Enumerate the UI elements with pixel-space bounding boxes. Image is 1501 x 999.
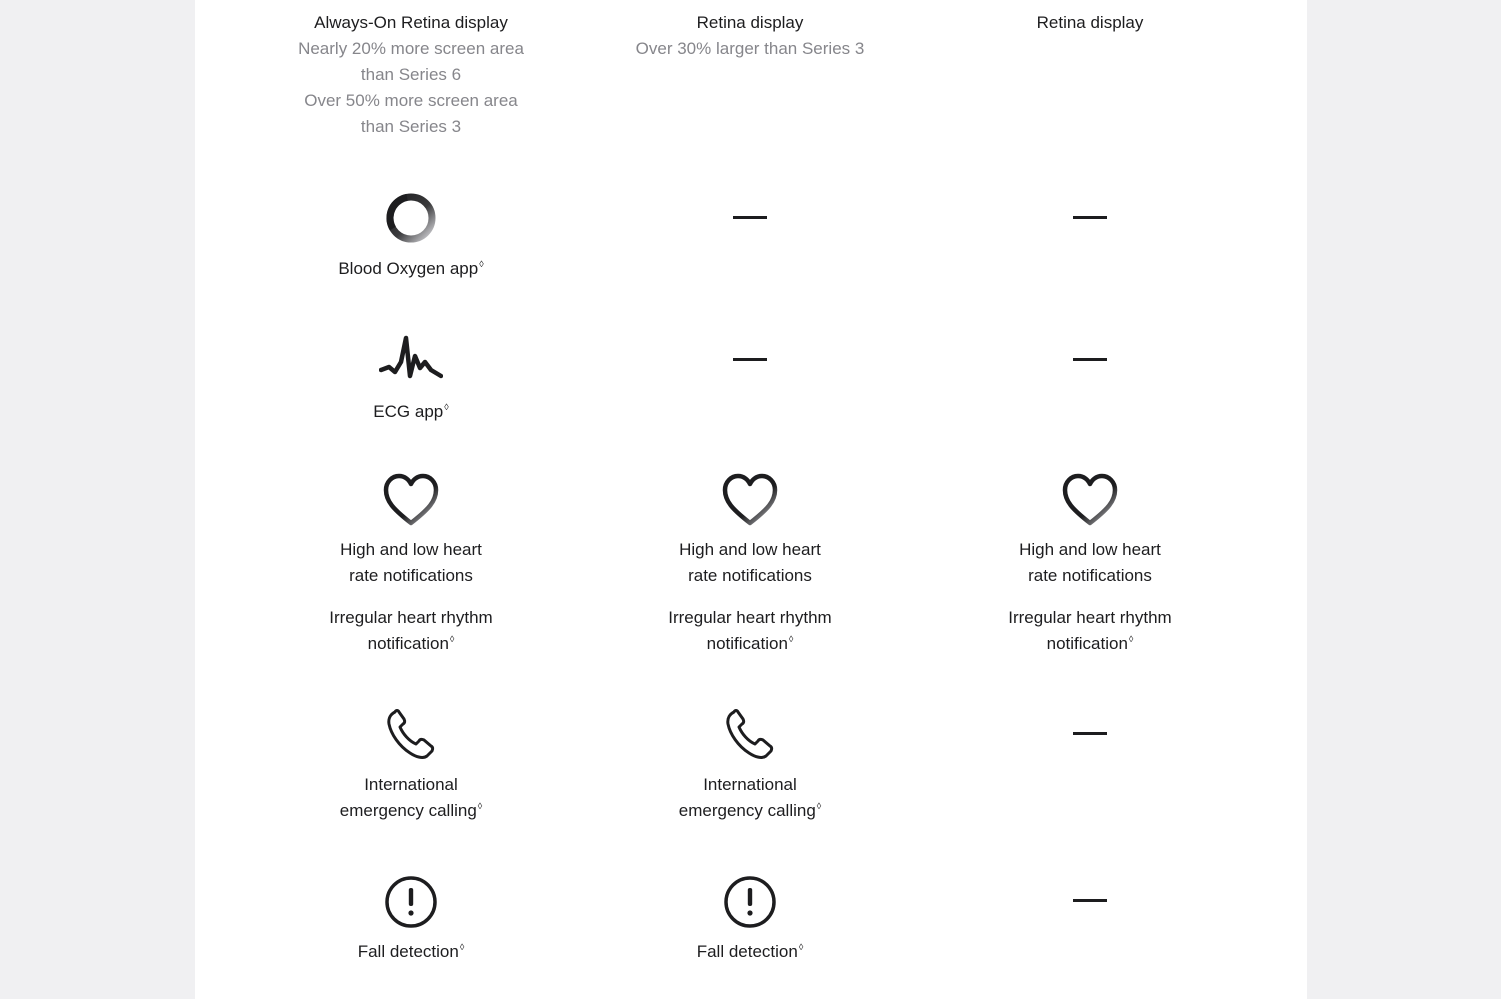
display-note: Nearly 20% more screen area than Series … [298, 39, 524, 84]
display-note: Over 30% larger than Series 3 [635, 39, 865, 58]
not-available-dash [1073, 358, 1107, 361]
comparison-panel: Always-On Retina display Nearly 20% more… [195, 0, 1307, 999]
blood-oxygen-ring-icon [386, 193, 436, 243]
irregular-rhythm-label: Irregular heart rhythm notification◊ [329, 608, 493, 653]
irregular-rhythm-label: Irregular heart rhythm notification◊ [1008, 608, 1172, 653]
heart-rate-label: High and low heart rate notifications [340, 540, 482, 585]
heart-cell: High and low heart rate notifications Ir… [600, 473, 900, 657]
display-cell: Retina display Over 30% larger than Seri… [600, 10, 900, 62]
fall-cell: Fall detection◊ [261, 874, 561, 965]
display-note: Over 50% more screen area than Series 3 [304, 91, 518, 136]
heart-rate-label: High and low heart rate notifications [1019, 540, 1161, 585]
display-title: Retina display [696, 13, 804, 32]
display-title: Always-On Retina display [314, 13, 508, 32]
emergency-calling-label: International emergency calling◊ [339, 775, 483, 820]
fall-detection-label: Fall detection◊ [696, 942, 804, 961]
irregular-rhythm-label: Irregular heart rhythm notification◊ [668, 608, 832, 653]
ecg-waveform-icon [379, 335, 443, 379]
heart-cell: High and low heart rate notifications Ir… [261, 473, 561, 657]
model-column-3: Retina display High and low heart rate n… [940, 0, 1240, 999]
blood-oxygen-cell: Blood Oxygen app◊ [261, 190, 561, 282]
calling-cell: International emergency calling◊ [261, 706, 561, 824]
exclamation-circle-icon [724, 876, 776, 928]
display-cell: Retina display [940, 10, 1240, 36]
ecg-label: ECG app◊ [373, 402, 449, 421]
display-cell: Always-On Retina display Nearly 20% more… [261, 10, 561, 140]
not-available-dash [1073, 899, 1107, 902]
heart-cell: High and low heart rate notifications Ir… [940, 473, 1240, 657]
heart-icon [722, 473, 778, 526]
heart-icon [1062, 473, 1118, 526]
heart-notifications: High and low heart rate notifications Ir… [261, 537, 561, 657]
heart-icon [383, 473, 439, 526]
heart-notifications: High and low heart rate notifications Ir… [600, 537, 900, 657]
calling-cell [940, 732, 1240, 735]
not-available-dash [1073, 732, 1107, 735]
ecg-cell [940, 358, 1240, 361]
heart-notifications: High and low heart rate notifications Ir… [940, 537, 1240, 657]
display-title: Retina display [1036, 13, 1144, 32]
model-column-2: Retina display Over 30% larger than Seri… [600, 0, 900, 999]
blood-oxygen-cell [600, 216, 900, 219]
fall-cell: Fall detection◊ [600, 874, 900, 965]
not-available-dash [733, 216, 767, 219]
fall-detection-label: Fall detection◊ [357, 942, 465, 961]
exclamation-circle-icon [385, 876, 437, 928]
calling-cell: International emergency calling◊ [600, 706, 900, 824]
not-available-dash [1073, 216, 1107, 219]
fall-cell [940, 899, 1240, 902]
emergency-calling-label: International emergency calling◊ [678, 775, 822, 820]
ecg-cell [600, 358, 900, 361]
heart-rate-label: High and low heart rate notifications [679, 540, 821, 585]
phone-icon [726, 709, 774, 759]
phone-icon [387, 709, 435, 759]
not-available-dash [733, 358, 767, 361]
model-column-1: Always-On Retina display Nearly 20% more… [261, 0, 561, 999]
blood-oxygen-cell [940, 216, 1240, 219]
ecg-cell: ECG app◊ [261, 334, 561, 425]
blood-oxygen-label: Blood Oxygen app◊ [338, 259, 484, 278]
